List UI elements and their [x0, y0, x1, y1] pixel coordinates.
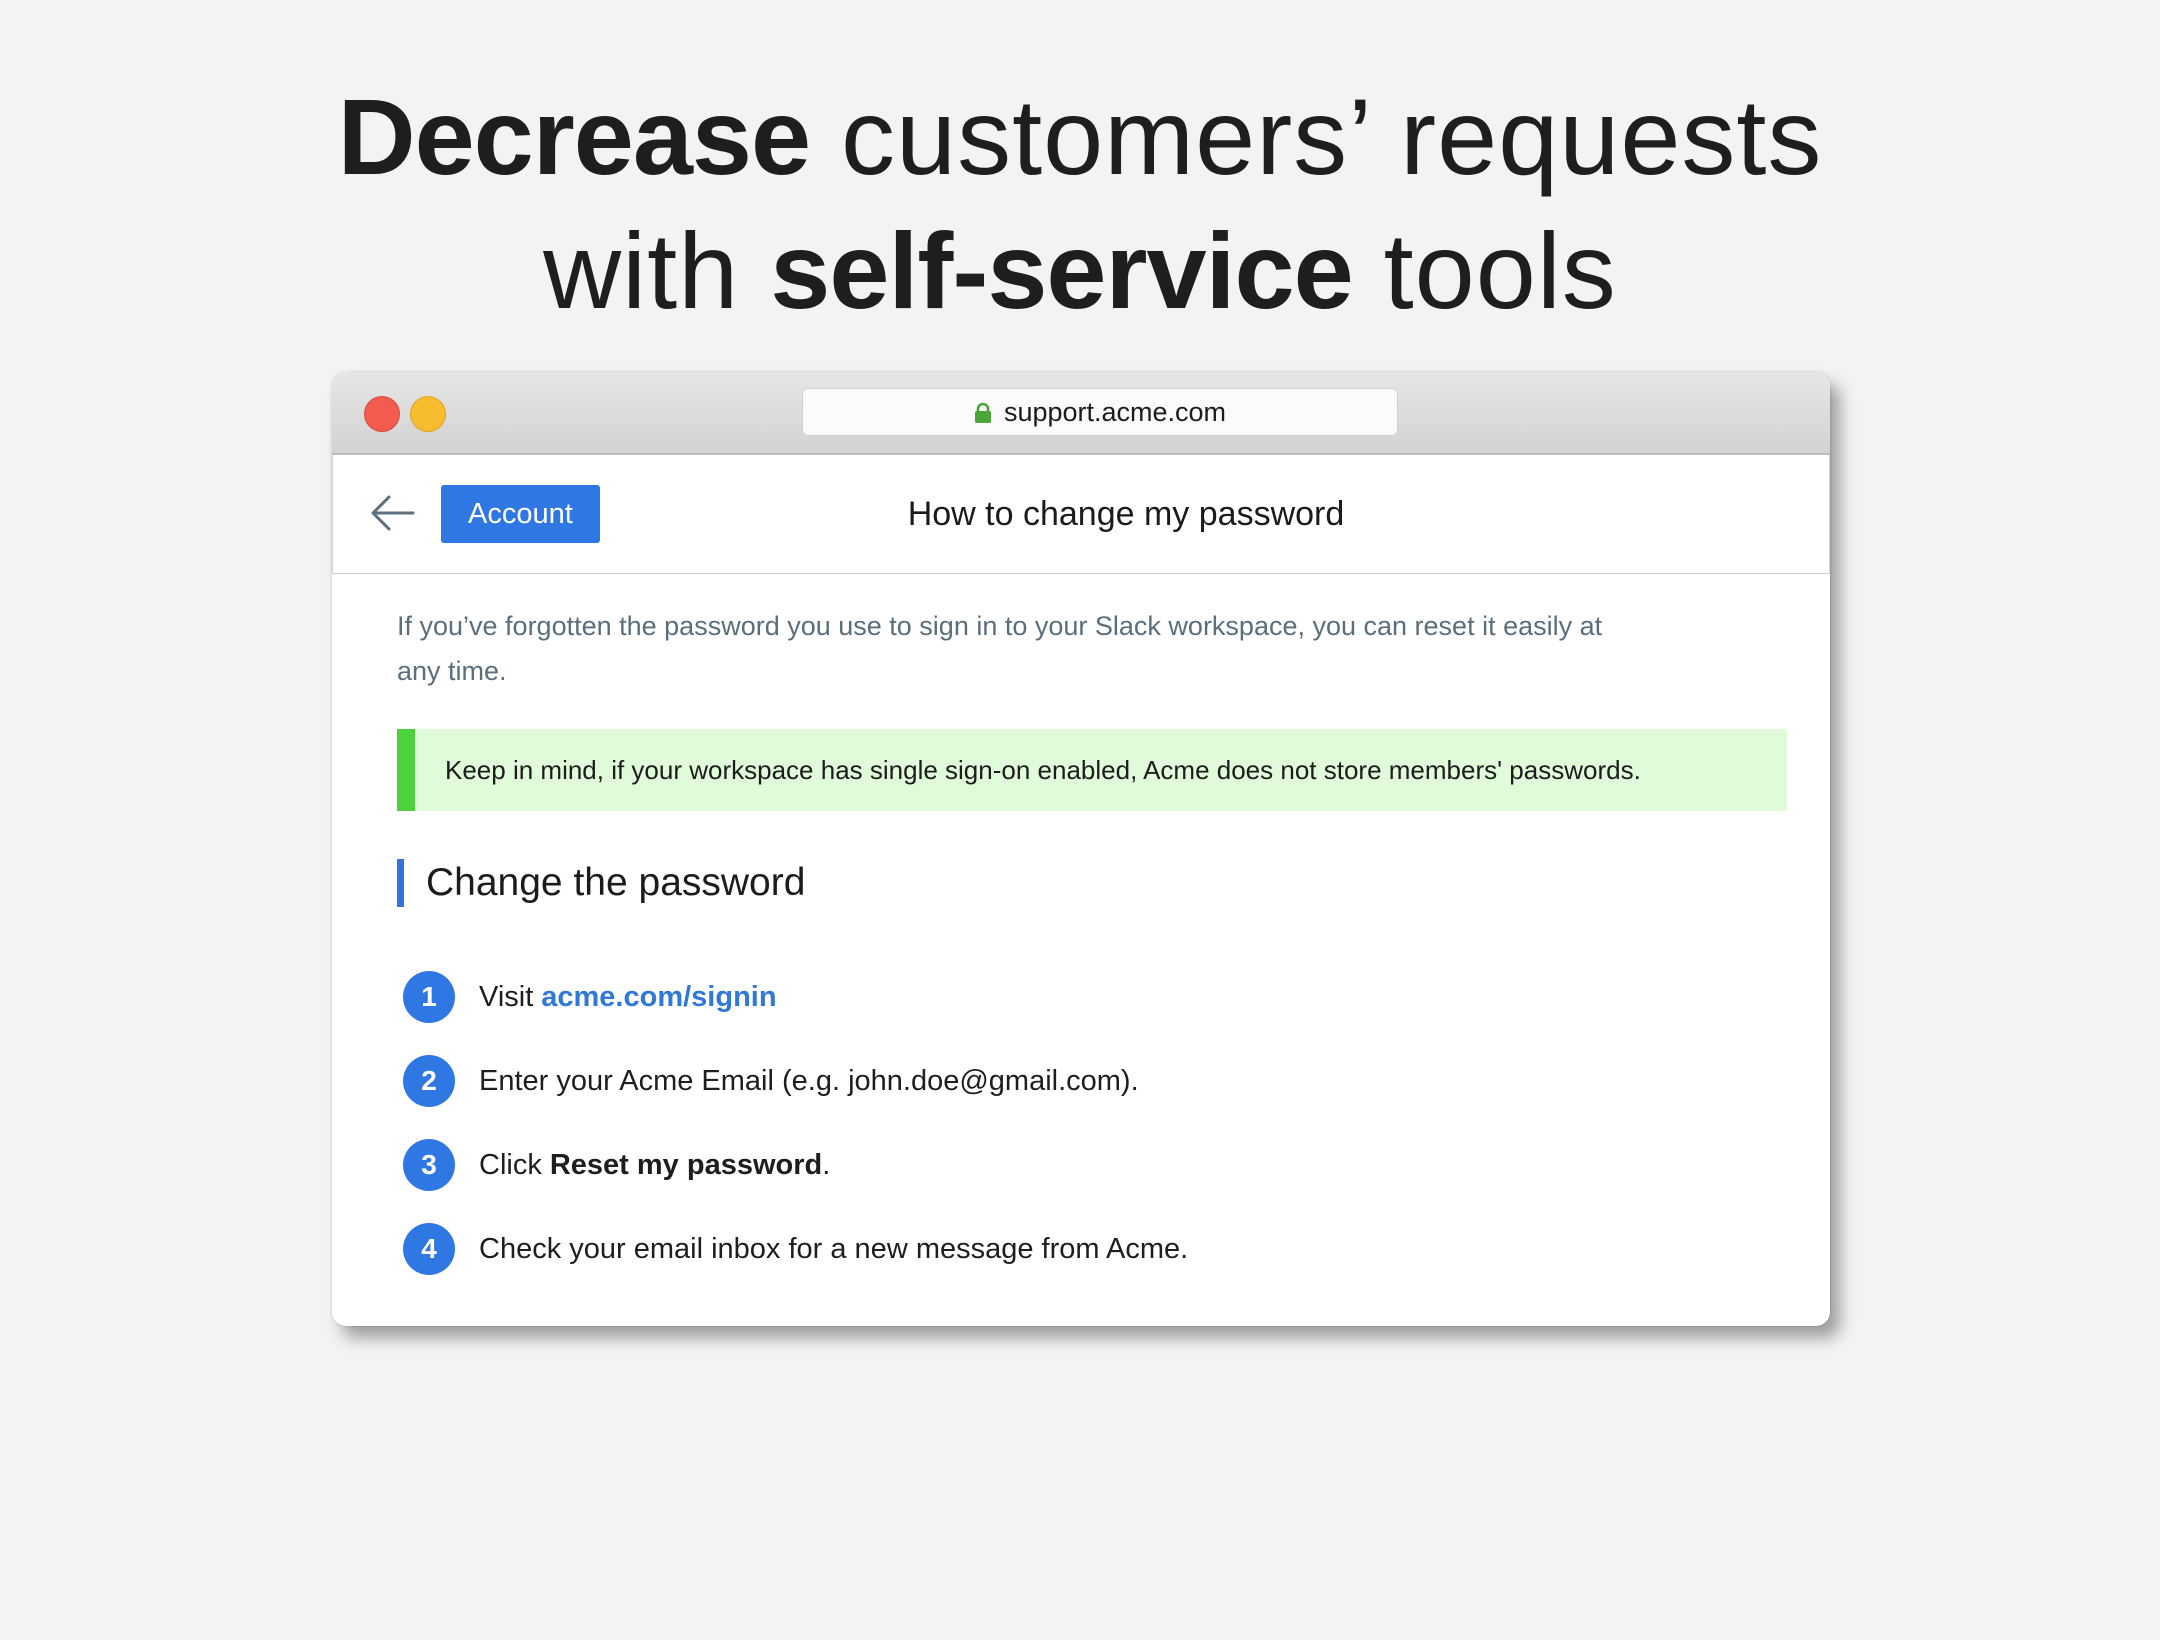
step-text: Enter your Acme Email (e.g. john.doe@gma…: [479, 1064, 1139, 1097]
browser-window: support.acme.com Account How to change m…: [332, 372, 1830, 1326]
lock-icon: [974, 402, 991, 423]
step-number-badge: 1: [403, 971, 455, 1023]
step-item: 2 Enter your Acme Email (e.g. john.doe@g…: [397, 1039, 1787, 1123]
step-item: 3 Click Reset my password.: [397, 1123, 1787, 1207]
step-item: 4 Check your email inbox for a new messa…: [397, 1207, 1787, 1291]
step-bold-text: Reset my password: [549, 1148, 823, 1181]
minimize-window-button[interactable]: [410, 396, 446, 432]
close-window-button[interactable]: [364, 396, 400, 432]
step-item: 1 Visit acme.com/signin: [397, 955, 1787, 1039]
step-suffix: .: [822, 1148, 831, 1181]
headline: Decrease customers’ requests with self-s…: [0, 70, 2160, 338]
headline-bold-decrease: Decrease: [337, 76, 811, 197]
address-bar[interactable]: support.acme.com: [802, 388, 1398, 436]
info-note: Keep in mind, if your workspace has sing…: [397, 729, 1787, 811]
arrow-left-icon[interactable]: [369, 493, 415, 533]
headline-line-2: with self-service tools: [543, 210, 1617, 331]
headline-text: with: [543, 210, 771, 331]
article-content: If you’ve forgotten the password you use…: [397, 604, 1787, 1291]
account-category-button[interactable]: Account: [441, 485, 600, 543]
steps-list: 1 Visit acme.com/signin 2 Enter your Acm…: [397, 955, 1787, 1291]
step-number-badge: 4: [403, 1223, 455, 1275]
section-heading: Change the password: [397, 859, 1787, 907]
article-navbar: Account How to change my password: [332, 455, 1830, 574]
step-number-badge: 2: [403, 1055, 455, 1107]
step-text: Visit: [479, 980, 534, 1013]
step-text: Check your email inbox for a new message…: [479, 1232, 1189, 1265]
signin-link[interactable]: acme.com/signin: [541, 981, 776, 1014]
headline-line-1: Decrease customers’ requests: [338, 76, 1823, 197]
headline-text: tools: [1352, 210, 1617, 331]
article-intro: If you’ve forgotten the password you use…: [397, 611, 1603, 686]
headline-bold-self-service: self-service: [770, 210, 1353, 331]
headline-text: customers’ requests: [810, 76, 1823, 197]
step-text: Click: [479, 1148, 542, 1181]
browser-titlebar: support.acme.com: [332, 372, 1830, 455]
url-text: support.acme.com: [1003, 396, 1227, 427]
step-number-badge: 3: [403, 1139, 455, 1191]
